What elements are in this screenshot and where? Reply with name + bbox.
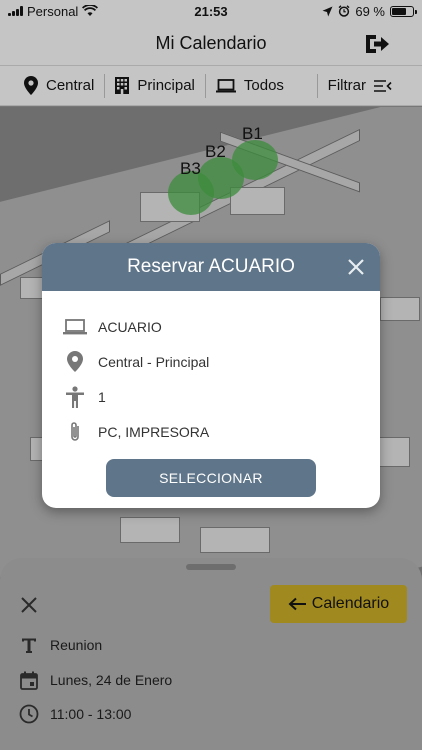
text-format-icon (18, 634, 40, 656)
logout-icon[interactable] (364, 32, 390, 56)
location-arrow-icon (322, 6, 333, 16)
battery-icon (390, 5, 417, 17)
status-bar: Personal 21:53 69 % (0, 0, 422, 22)
page-title: Mi Calendario (155, 33, 267, 53)
building-icon (115, 77, 130, 94)
paperclip-icon (62, 421, 88, 443)
filter-location[interactable]: Central (0, 74, 104, 98)
sheet-drag-handle[interactable] (186, 564, 236, 570)
equipment-row: PC, IMPRESORA (62, 414, 360, 449)
desk (200, 527, 270, 553)
capacity-row: 1 (62, 379, 360, 414)
time-range-text: 11:00 - 13:00 (50, 706, 132, 722)
time-row: 11:00 - 13:00 (18, 703, 131, 725)
equipment-text: PC, IMPRESORA (98, 423, 210, 440)
clock-icon (18, 703, 40, 725)
close-icon[interactable] (346, 257, 366, 277)
reservation-modal: Reservar ACUARIO ACUARIO Central - Princ… (42, 243, 380, 508)
filter-building[interactable]: Principal (104, 73, 205, 98)
seat-label-b3[interactable]: B3 (180, 159, 201, 179)
alarm-icon (338, 5, 350, 17)
laptop-icon (215, 78, 236, 92)
capacity-text: 1 (98, 388, 106, 405)
seat-label-b2[interactable]: B2 (205, 142, 226, 162)
desk (120, 517, 180, 543)
status-left: Personal (8, 4, 158, 19)
app-header: Mi Calendario (0, 22, 422, 66)
modal-header: Reservar ACUARIO (42, 243, 380, 291)
battery-percent: 69 % (355, 3, 385, 19)
signal-icon (8, 6, 23, 16)
filter-button[interactable]: Filtrar (316, 73, 422, 98)
date-row: Lunes, 24 de Enero (18, 669, 172, 691)
filter-label: Filtrar (327, 77, 366, 94)
resource-row: ACUARIO (62, 309, 360, 344)
map-pin-icon (62, 351, 88, 373)
subject-row: Reunion (18, 634, 102, 656)
filter-location-label: Central (46, 77, 95, 94)
filter-bar: Central Principal Todos Filtrar (0, 66, 422, 106)
calendar-icon (18, 669, 40, 691)
booking-sheet: Calendario Reunion Lunes, 24 de Enero 11… (0, 558, 422, 750)
select-button[interactable]: SELECCIONAR (106, 459, 316, 497)
resource-name: ACUARIO (98, 318, 162, 335)
filter-list-icon (374, 79, 392, 92)
filter-device-label: Todos (243, 77, 284, 94)
filter-building-label: Principal (137, 77, 195, 94)
location-row: Central - Principal (62, 344, 360, 379)
close-icon[interactable] (20, 596, 38, 614)
calendar-button-label: Calendario (311, 595, 390, 612)
date-text: Lunes, 24 de Enero (50, 672, 173, 688)
filter-device[interactable]: Todos (204, 73, 294, 98)
status-right: 69 % (264, 3, 417, 19)
location-text: Central - Principal (98, 353, 210, 370)
laptop-icon (62, 316, 88, 338)
carrier-label: Personal (27, 3, 79, 19)
modal-body: ACUARIO Central - Principal 1 PC, IMPRES… (42, 291, 380, 497)
map-pin-icon (24, 76, 38, 95)
wifi-icon (82, 5, 99, 16)
person-icon (62, 385, 88, 408)
subject-text: Reunion (50, 637, 103, 653)
calendar-button[interactable]: Calendario (270, 585, 407, 623)
status-time: 21:53 (194, 3, 228, 19)
modal-title: Reservar ACUARIO (127, 256, 295, 277)
seat-label-b1[interactable]: B1 (242, 124, 263, 144)
desk (380, 297, 420, 321)
battery-level (392, 7, 406, 15)
arrow-left-icon (288, 597, 306, 611)
